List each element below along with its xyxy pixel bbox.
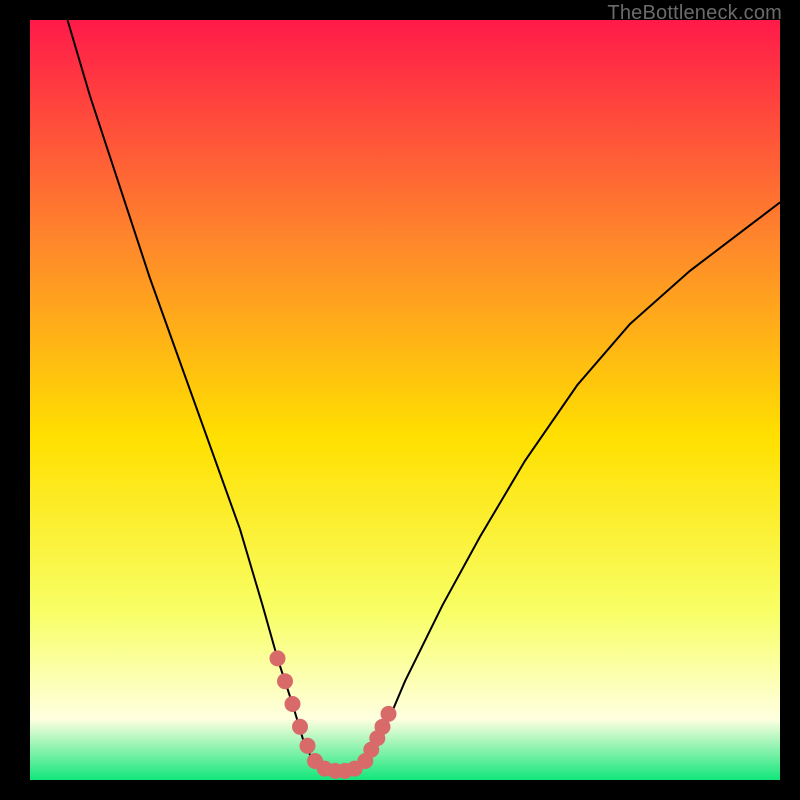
bottleneck-plot <box>30 20 780 780</box>
highlight-dot <box>381 706 397 722</box>
plot-background <box>30 20 780 780</box>
highlight-dot <box>292 719 308 735</box>
highlight-dot <box>285 696 301 712</box>
plot-svg <box>30 20 780 780</box>
chart-frame: TheBottleneck.com <box>0 0 800 800</box>
highlight-dot <box>277 673 293 689</box>
highlight-dot <box>300 738 316 754</box>
highlight-dot <box>270 650 286 666</box>
